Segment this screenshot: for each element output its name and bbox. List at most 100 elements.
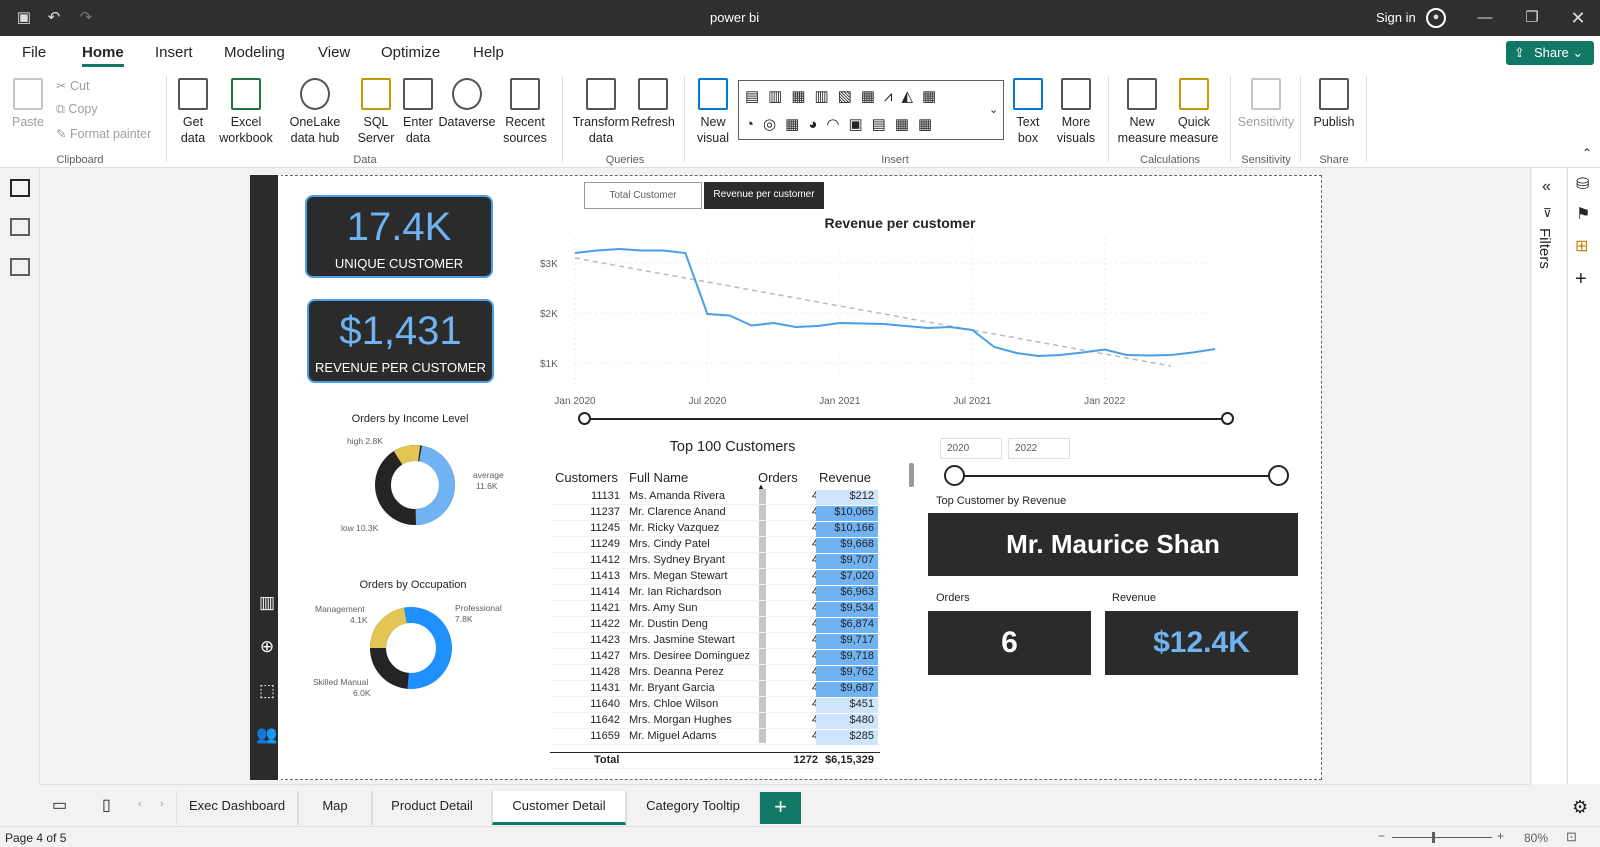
enter-data-button[interactable]: Enter data	[398, 70, 438, 146]
minimize-icon[interactable]: —	[1475, 8, 1495, 28]
user-avatar-icon[interactable]: ●	[1426, 8, 1446, 28]
menu-modeling[interactable]: Modeling	[224, 44, 285, 61]
globe-icon[interactable]: ⊕	[256, 637, 278, 657]
zoom-slider-handle[interactable]	[1432, 832, 1435, 843]
report-view-icon[interactable]	[10, 179, 30, 197]
publish-button[interactable]: Publish	[1308, 70, 1360, 130]
add-pane-icon[interactable]: +	[1575, 268, 1587, 291]
col-header-customers[interactable]: Customers	[555, 470, 618, 485]
paste-button[interactable]: Paste	[8, 70, 48, 130]
menu-home[interactable]: Home	[82, 44, 124, 67]
table-row[interactable]: 11421 Mrs. Amy Sun 4 $9,534	[550, 601, 880, 617]
close-icon[interactable]: ✕	[1568, 8, 1588, 28]
more-visuals-button[interactable]: More visuals	[1050, 70, 1102, 146]
menu-view[interactable]: View	[318, 44, 350, 61]
table-row[interactable]: 11428 Mrs. Deanna Perez 4 $9,762	[550, 665, 880, 681]
data-pane-icon[interactable]: ⛁	[1576, 174, 1589, 194]
table-view-icon[interactable]	[10, 218, 30, 236]
date-slider-start-handle[interactable]	[578, 412, 591, 425]
tab-exec-dashboard[interactable]: Exec Dashboard	[176, 791, 298, 825]
table-row[interactable]: 11131 Ms. Amanda Rivera 4 $212	[550, 489, 880, 505]
model-view-icon[interactable]	[10, 258, 30, 276]
table-row[interactable]: 11427 Mrs. Desiree Dominguez 4 $9,718	[550, 649, 880, 665]
table-row[interactable]: 11414 Mr. Ian Richardson 4 $6,963	[550, 585, 880, 601]
tab-product-detail[interactable]: Product Detail	[372, 791, 492, 825]
bar-chart-icon[interactable]: ▥	[256, 593, 278, 613]
people-icon[interactable]: 👥	[256, 725, 278, 745]
bookmark-icon[interactable]: ⚑	[1576, 204, 1590, 224]
add-page-button[interactable]: +	[760, 792, 801, 824]
quick-measure-button[interactable]: Quick measure	[1168, 70, 1220, 146]
donut-occupation-chart[interactable]	[364, 601, 458, 695]
year-slider-start-handle[interactable]	[944, 465, 965, 486]
onelake-button[interactable]: OneLake data hub	[276, 70, 354, 146]
donut-income-chart[interactable]	[370, 440, 460, 530]
year-to-input[interactable]: 2022	[1008, 438, 1070, 459]
revenue-line-chart[interactable]: $3K $2K $1K Jan 2020 Jul 2020 Jan 2021 Jul 20…	[540, 238, 1240, 418]
sql-server-button[interactable]: SQL Server	[356, 70, 396, 146]
sensitivity-button[interactable]: Sensitivity	[1236, 70, 1296, 130]
menu-insert[interactable]: Insert	[155, 44, 193, 61]
menu-optimize[interactable]: Optimize	[381, 44, 440, 61]
gallery-expand-icon[interactable]: ⌄	[989, 103, 998, 116]
table-row[interactable]: 11412 Mrs. Sydney Bryant 4 $9,707	[550, 553, 880, 569]
table-row[interactable]: 11659 Mr. Miguel Adams 4 $285	[550, 729, 880, 745]
table-row[interactable]: 11249 Mrs. Cindy Patel 4 $9,668	[550, 537, 880, 553]
year-slider-track[interactable]	[954, 475, 1279, 477]
collapse-ribbon-icon[interactable]: ⌃	[1582, 146, 1592, 160]
menu-file[interactable]: File	[22, 44, 46, 61]
visuals-gallery[interactable]: ▤▥▦▥▧▦⩘◭▦ ◔◎▦◕◠▣▤▦▦ ⌄	[738, 80, 1004, 140]
new-measure-button[interactable]: New measure	[1116, 70, 1168, 146]
settings-gear-icon[interactable]: ⚙	[1572, 797, 1588, 818]
date-slider-end-handle[interactable]	[1221, 412, 1234, 425]
redo-icon[interactable]: ↷	[76, 8, 96, 28]
refresh-button[interactable]: Refresh	[630, 70, 676, 130]
menu-help[interactable]: Help	[473, 44, 504, 61]
table-row[interactable]: 11245 Mr. Ricky Vazquez 4 $10,166	[550, 521, 880, 537]
table-row[interactable]: 11423 Mrs. Jasmine Stewart 4 $9,717	[550, 633, 880, 649]
tab-customer-detail[interactable]: Customer Detail	[492, 791, 626, 825]
table-row[interactable]: 11413 Mrs. Megan Stewart 4 $7,020	[550, 569, 880, 585]
table-row[interactable]: 11640 Mrs. Chloe Wilson 4 $451	[550, 697, 880, 713]
transform-data-button[interactable]: Transform data	[570, 70, 632, 146]
mobile-layout-icon[interactable]: ▯	[102, 795, 111, 815]
chart-gallery-icon[interactable]: ▤▥▦▥▧▦⩘◭▦	[745, 87, 981, 107]
year-slider-end-handle[interactable]	[1268, 465, 1289, 486]
fit-to-page-icon[interactable]: ⊡	[1566, 829, 1577, 845]
date-slider-track[interactable]	[585, 418, 1229, 420]
col-header-revenue[interactable]: Revenue	[819, 470, 871, 485]
excel-workbook-button[interactable]: Excel workbook	[218, 70, 274, 146]
filters-label[interactable]: Filters	[1536, 228, 1553, 269]
tab-map[interactable]: Map	[298, 791, 372, 825]
table-vertical-scrollbar[interactable]	[909, 463, 914, 487]
cut-button[interactable]: ✂ Cut	[56, 78, 89, 93]
revenue-per-customer-button[interactable]: Revenue per customer	[704, 182, 824, 209]
format-painter-button[interactable]: ✎ Format painter	[56, 126, 151, 141]
format-pane-icon[interactable]: ⊞	[1575, 236, 1588, 256]
total-customer-button[interactable]: Total Customer	[584, 182, 702, 209]
year-from-input[interactable]: 2020	[940, 438, 1002, 459]
scroll-right-icon[interactable]: ›	[160, 798, 164, 810]
zoom-out-icon[interactable]: −	[1378, 829, 1385, 843]
undo-icon[interactable]: ↶	[44, 8, 64, 28]
expand-filters-icon[interactable]: «	[1542, 178, 1551, 196]
table-row[interactable]: 11642 Mrs. Morgan Hughes 4 $480	[550, 713, 880, 729]
filters-pane-collapsed[interactable]: « ⊽ Filters	[1532, 168, 1566, 784]
zoom-slider[interactable]	[1392, 837, 1492, 838]
dataverse-button[interactable]: Dataverse	[438, 70, 496, 130]
zoom-in-icon[interactable]: +	[1497, 829, 1504, 843]
chart-gallery-icon-row2[interactable]: ◔◎▦◕◠▣▤▦▦	[745, 115, 981, 135]
table-row[interactable]: 11422 Mr. Dustin Deng 4 $6,874	[550, 617, 880, 633]
table-row[interactable]: 11431 Mr. Bryant Garcia 4 $9,687	[550, 681, 880, 697]
get-data-button[interactable]: Get data	[172, 70, 214, 146]
share-button[interactable]: ⇪ Share ⌄	[1506, 41, 1594, 65]
restore-icon[interactable]: ❐	[1522, 8, 1542, 28]
table-row[interactable]: 11237 Mr. Clarence Anand 4 $10,065	[550, 505, 880, 521]
recent-sources-button[interactable]: Recent sources	[496, 70, 554, 146]
tab-category-tooltip[interactable]: Category Tooltip	[626, 791, 760, 825]
col-header-full-name[interactable]: Full Name	[629, 470, 688, 485]
save-icon[interactable]: ▣	[14, 8, 34, 28]
text-box-button[interactable]: Text box	[1008, 70, 1048, 146]
sign-in-link[interactable]: Sign in	[1376, 10, 1416, 25]
box-icon[interactable]: ⬚	[256, 681, 278, 701]
